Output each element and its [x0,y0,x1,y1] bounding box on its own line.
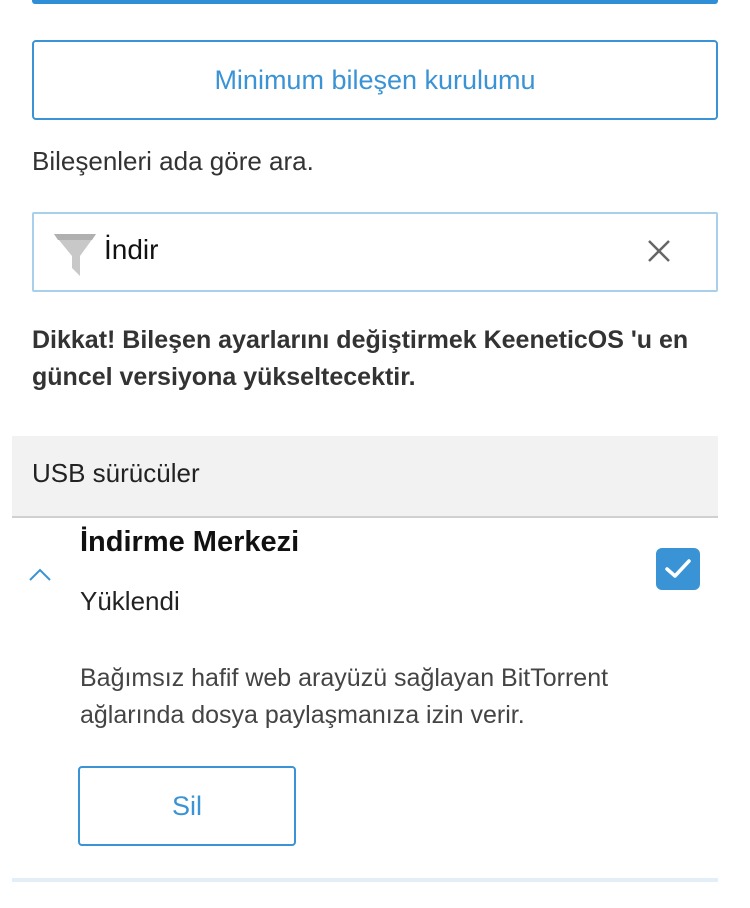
search-input[interactable]: İndir [32,212,718,292]
previous-section-edge [32,0,718,4]
check-icon [665,559,691,578]
search-label: Bileşenleri ada göre ara. [32,146,314,176]
close-icon[interactable] [646,238,672,264]
component-title: İndirme Merkezi [80,526,300,558]
component-description: Bağımsız hafif web arayüzü sağlayan BitT… [80,664,609,729]
minimum-install-label: Minimum bileşen kurulumu [214,64,536,95]
chevron-up-icon[interactable] [28,562,52,586]
minimum-install-button[interactable]: Minimum bileşen kurulumu [32,40,718,120]
update-warning: Dikkat! Bileşen ayarlarını değiştirmek K… [32,326,689,391]
remove-button[interactable]: Sil [78,766,296,846]
component-status: Yüklendi [80,586,180,616]
group-title: USB sürücüler [32,458,200,488]
component-checkbox[interactable] [656,548,700,590]
search-value: İndir [104,234,159,265]
divider [12,878,718,882]
group-header-usb[interactable]: USB sürücüler [12,436,718,518]
remove-label: Sil [171,790,202,821]
filter-icon [54,234,96,276]
